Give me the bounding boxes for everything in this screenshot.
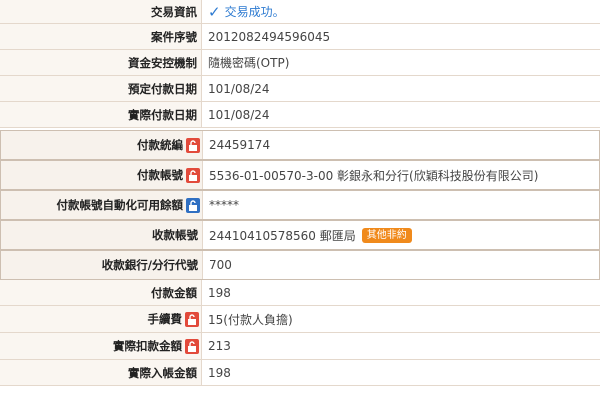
label-security-mechanism: 資金安控機制 bbox=[0, 50, 202, 75]
row-scheduled-date: 預定付款日期 101/08/24 bbox=[0, 76, 600, 102]
value-fee: 15(付款人負擔) bbox=[208, 312, 293, 327]
label-payer-tax-id: 付款統編 bbox=[1, 131, 203, 159]
value-payee-account: 24410410578560 郵匯局 其他非約 bbox=[203, 221, 599, 249]
value-actual-date: 101/08/24 bbox=[208, 107, 270, 122]
value-transaction-info: ✓ 交易成功。 bbox=[202, 0, 600, 23]
label-fee-text: 手續費 bbox=[147, 312, 183, 326]
lock-icon bbox=[185, 311, 199, 327]
label-payer-account-text: 付款帳號 bbox=[137, 168, 183, 182]
label-payer-account: 付款帳號 bbox=[1, 161, 203, 189]
label-actual-debit-text: 實際扣款金額 bbox=[113, 339, 182, 353]
value-payee-bank-code: 700 bbox=[203, 251, 599, 279]
value-security-mechanism: 隨機密碼(OTP) bbox=[208, 56, 290, 70]
value-payer-tax-id: 24459174 bbox=[203, 131, 599, 159]
label-actual-debit: 實際扣款金額 bbox=[0, 333, 202, 359]
row-transaction-info: 交易資訊 ✓ 交易成功。 bbox=[0, 0, 600, 24]
lock-icon bbox=[185, 338, 199, 354]
lock-icon bbox=[186, 137, 200, 153]
value-available-balance: ***** bbox=[203, 191, 599, 219]
label-available-balance: 付款帳號自動化可用餘額 bbox=[1, 191, 203, 219]
label-available-balance-text: 付款帳號自動化可用餘額 bbox=[56, 198, 184, 212]
lock-icon bbox=[186, 197, 200, 213]
row-case-number: 案件序號 2012082494596045 bbox=[0, 24, 600, 50]
row-fee: 手續費 15(付款人負擔) bbox=[0, 306, 600, 333]
value-actual-credit: 198 bbox=[208, 365, 231, 380]
row-actual-debit: 實際扣款金額 213 bbox=[0, 333, 600, 360]
row-available-balance: 付款帳號自動化可用餘額 ***** bbox=[0, 190, 600, 220]
label-scheduled-date: 預定付款日期 bbox=[0, 76, 202, 101]
transaction-detail-table: 交易資訊 ✓ 交易成功。 案件序號 2012082494596045 資金安控機… bbox=[0, 0, 600, 386]
lock-icon bbox=[186, 167, 200, 183]
label-actual-credit: 實際入帳金額 bbox=[0, 360, 202, 385]
label-case-number: 案件序號 bbox=[0, 24, 202, 49]
row-payment-amount: 付款金額 198 bbox=[0, 280, 600, 306]
label-transaction-info: 交易資訊 bbox=[0, 0, 202, 23]
transaction-status: 交易成功。 bbox=[224, 5, 285, 19]
non-agreed-tag: 其他非約 bbox=[361, 227, 412, 243]
row-security-mechanism: 資金安控機制 隨機密碼(OTP) bbox=[0, 50, 600, 76]
value-payment-amount: 198 bbox=[208, 285, 231, 300]
row-actual-credit: 實際入帳金額 198 bbox=[0, 360, 600, 386]
row-payer-account: 付款帳號 5536-01-00570-3-00 彰銀永和分行(欣穎科技股份有限公… bbox=[0, 160, 600, 190]
row-actual-date: 實際付款日期 101/08/24 bbox=[0, 102, 600, 128]
label-payer-tax-id-text: 付款統編 bbox=[137, 138, 183, 152]
check-icon: ✓ bbox=[208, 2, 221, 21]
row-payee-account: 收款帳號 24410410578560 郵匯局 其他非約 bbox=[0, 220, 600, 250]
payee-account-text: 24410410578560 郵匯局 bbox=[209, 228, 356, 243]
value-actual-debit: 213 bbox=[208, 339, 231, 353]
row-payer-tax-id: 付款統編 24459174 bbox=[0, 130, 600, 160]
row-payee-bank-code: 收款銀行/分行代號 700 bbox=[0, 250, 600, 280]
label-actual-date: 實際付款日期 bbox=[0, 102, 202, 127]
label-payee-account: 收款帳號 bbox=[1, 221, 203, 249]
value-case-number: 2012082494596045 bbox=[208, 29, 331, 44]
label-fee: 手續費 bbox=[0, 306, 202, 332]
label-payee-bank-code: 收款銀行/分行代號 bbox=[1, 251, 203, 279]
value-scheduled-date: 101/08/24 bbox=[208, 81, 270, 96]
label-payment-amount: 付款金額 bbox=[0, 280, 202, 305]
value-payer-account: 5536-01-00570-3-00 彰銀永和分行(欣穎科技股份有限公司) bbox=[203, 161, 599, 189]
